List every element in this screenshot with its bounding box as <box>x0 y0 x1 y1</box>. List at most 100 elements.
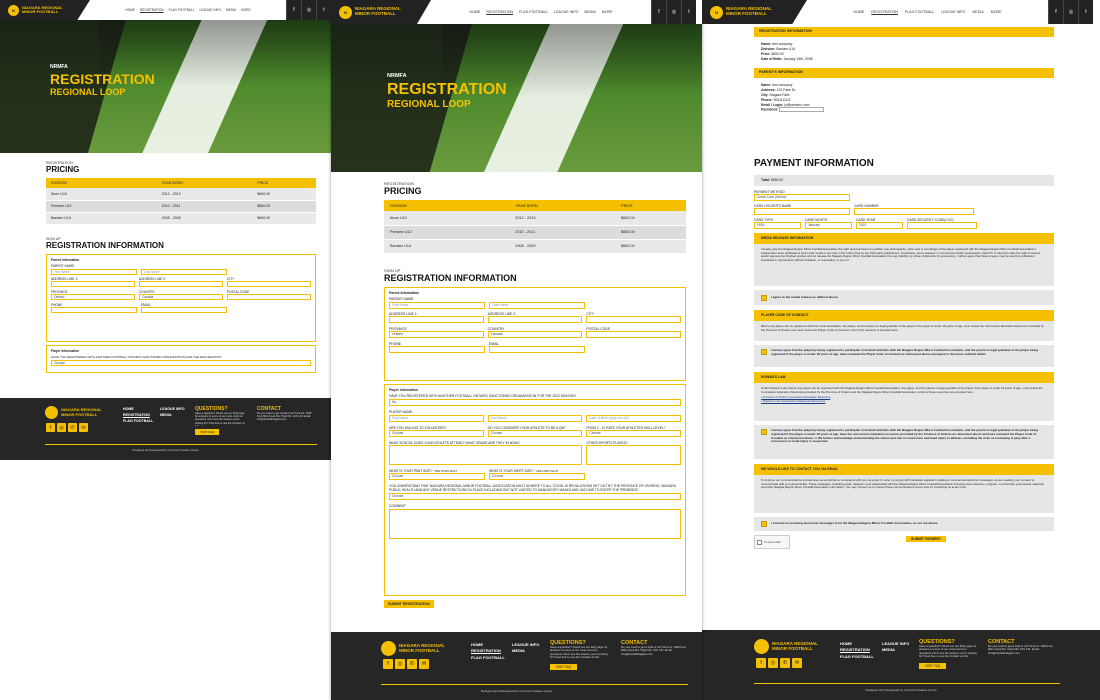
facebook-icon[interactable]: f <box>46 423 55 432</box>
shirt-select[interactable]: Choose <box>489 472 585 480</box>
instagram-icon[interactable]: ◎ <box>301 0 316 20</box>
twitter-icon[interactable]: t <box>316 0 331 20</box>
card-type-select[interactable]: VISA <box>754 222 801 229</box>
footer-link-media[interactable]: MEDIA <box>512 648 539 654</box>
facebook-icon[interactable]: f <box>651 0 666 24</box>
email-consent-checkbox[interactable] <box>761 521 767 527</box>
pant-select[interactable]: Choose <box>389 472 485 480</box>
twitter-icon[interactable]: t <box>1078 0 1093 24</box>
facebook-icon[interactable]: f <box>383 659 393 669</box>
mail-icon[interactable]: ✉ <box>792 658 802 668</box>
email-input[interactable] <box>489 345 585 353</box>
footer-link-media[interactable]: MEDIA <box>160 413 185 419</box>
phone-input[interactable] <box>389 345 485 353</box>
instagram-icon[interactable]: ◎ <box>768 658 778 668</box>
city-input[interactable] <box>227 280 311 287</box>
phone-icon[interactable]: ✆ <box>68 423 77 432</box>
phone-input[interactable] <box>51 306 137 313</box>
nav-home[interactable]: HOME <box>125 8 135 12</box>
footer-link-league[interactable]: LEAGUE INFO <box>160 407 185 413</box>
recaptcha-checkbox[interactable] <box>757 539 762 545</box>
nav-registration[interactable]: REGISTRATION <box>140 8 164 12</box>
postal-input[interactable] <box>227 293 311 300</box>
rowan-link-2[interactable]: Rowan's Law Concussion Awareness Resourc… <box>763 399 826 403</box>
footer-link-registration[interactable]: REGISTRATION <box>840 647 874 653</box>
footer-link-flag[interactable]: FLAG FOOTBALL <box>123 419 153 425</box>
nav-media[interactable]: MEDIA <box>226 8 236 12</box>
nav-media[interactable]: MEDIA <box>584 10 595 14</box>
nav-home[interactable]: HOME <box>470 10 481 14</box>
twitter-icon[interactable]: t <box>681 0 696 24</box>
address2-input[interactable] <box>487 315 583 323</box>
nav-flag-football[interactable]: FLAG FOOTBALL <box>519 10 548 14</box>
rowan-checkbox[interactable] <box>761 429 767 435</box>
conduct-checkbox[interactable] <box>761 349 767 355</box>
footer-link-registration[interactable]: REGISTRATION <box>123 413 153 419</box>
country-select[interactable]: Canada <box>487 330 583 338</box>
visit-faq-button[interactable]: VISIT FAQ <box>195 429 220 435</box>
nav-flag-football[interactable]: FLAG FOOTBALL <box>169 8 195 12</box>
facebook-icon[interactable]: f <box>286 0 301 20</box>
facebook-icon[interactable]: f <box>756 658 766 668</box>
phone-icon[interactable]: ✆ <box>407 659 417 669</box>
nav-more[interactable]: MORE <box>602 10 613 14</box>
instagram-icon[interactable]: ◎ <box>1063 0 1078 24</box>
nav-league-info[interactable]: LEAGUE INFO <box>941 10 965 14</box>
skill-select[interactable]: Choose <box>586 429 682 437</box>
instagram-icon[interactable]: ◎ <box>666 0 681 24</box>
prev-season-select[interactable]: Choose <box>51 359 311 366</box>
mail-icon[interactable]: ✉ <box>419 659 429 669</box>
instagram-icon[interactable]: ◎ <box>57 423 66 432</box>
card-month-select[interactable]: January <box>805 222 852 229</box>
card-year-select[interactable]: 2022 <box>856 222 903 229</box>
prev-season-select[interactable]: No <box>389 398 681 406</box>
first-name-input[interactable]: First Name <box>51 268 137 275</box>
dob-input[interactable]: Date of Birth (yyyy-mm-dd) <box>586 414 682 422</box>
size-chart-link[interactable]: * SIZE CHART ADULT <box>535 470 559 473</box>
postal-input[interactable] <box>586 330 682 338</box>
size-chart-link[interactable]: * SIZE CHART ADULT <box>433 470 457 473</box>
submit-payment-button[interactable]: SUBMIT PAYMENT <box>906 536 946 542</box>
province-select[interactable]: Ontario <box>389 330 484 338</box>
player-first-name-input[interactable]: First Name <box>389 414 484 422</box>
qb-select[interactable]: Choose <box>487 429 583 437</box>
country-select[interactable]: Canada <box>139 293 223 300</box>
last-name-input[interactable]: Last Name <box>489 301 585 309</box>
first-name-input[interactable]: First Name <box>389 301 485 309</box>
player-last-name-input[interactable]: Last Name <box>487 414 583 422</box>
comment-textarea[interactable] <box>389 508 681 539</box>
footer-link-media[interactable]: MEDIA <box>882 647 909 653</box>
last-name-input[interactable]: Last Name <box>141 268 227 275</box>
mail-icon[interactable]: ✉ <box>79 423 88 432</box>
media-release-checkbox[interactable] <box>761 295 767 301</box>
footer-link-registration[interactable]: REGISTRATION <box>471 648 505 654</box>
email-input[interactable] <box>141 306 227 313</box>
address1-input[interactable] <box>389 315 484 323</box>
school-textarea[interactable] <box>389 444 583 465</box>
payment-method-select[interactable]: Credit Card (Online) <box>754 194 850 201</box>
visit-faq-button[interactable]: VISIT FAQ <box>550 663 578 670</box>
site-logo[interactable]: N NIAGARA REGIONAL MINOR FOOTBALL <box>331 0 431 24</box>
nav-registration[interactable]: REGISTRATION <box>486 10 513 14</box>
footer-link-flag[interactable]: FLAG FOOTBALL <box>840 654 874 660</box>
nav-home[interactable]: HOME <box>854 10 865 14</box>
site-logo[interactable]: N NIAGARA REGIONAL MINOR FOOTBALL <box>0 0 90 20</box>
facebook-icon[interactable]: f <box>1048 0 1063 24</box>
cvc-input[interactable] <box>907 222 977 229</box>
nav-flag-football[interactable]: FLAG FOOTBALL <box>905 10 934 14</box>
site-logo[interactable]: N NIAGARA REGIONAL MINOR FOOTBALL <box>702 0 807 24</box>
footer-link-flag[interactable]: FLAG FOOTBALL <box>471 655 505 661</box>
city-input[interactable] <box>586 315 682 323</box>
nav-registration[interactable]: REGISTRATION <box>871 10 898 14</box>
recaptcha-widget[interactable]: I'm not a robot <box>754 535 790 549</box>
nav-more[interactable]: MORE <box>241 8 251 12</box>
province-select[interactable]: Ontario <box>51 293 135 300</box>
card-number-input[interactable] <box>854 208 974 215</box>
covid-select[interactable]: Choose <box>389 492 681 500</box>
instagram-icon[interactable]: ◎ <box>395 659 405 669</box>
other-sports-textarea[interactable] <box>586 444 681 465</box>
nav-league-info[interactable]: LEAGUE INFO <box>200 8 221 12</box>
phone-icon[interactable]: ✆ <box>780 658 790 668</box>
card-holder-input[interactable] <box>754 208 850 215</box>
volunteer-select[interactable]: Choose <box>389 429 484 437</box>
